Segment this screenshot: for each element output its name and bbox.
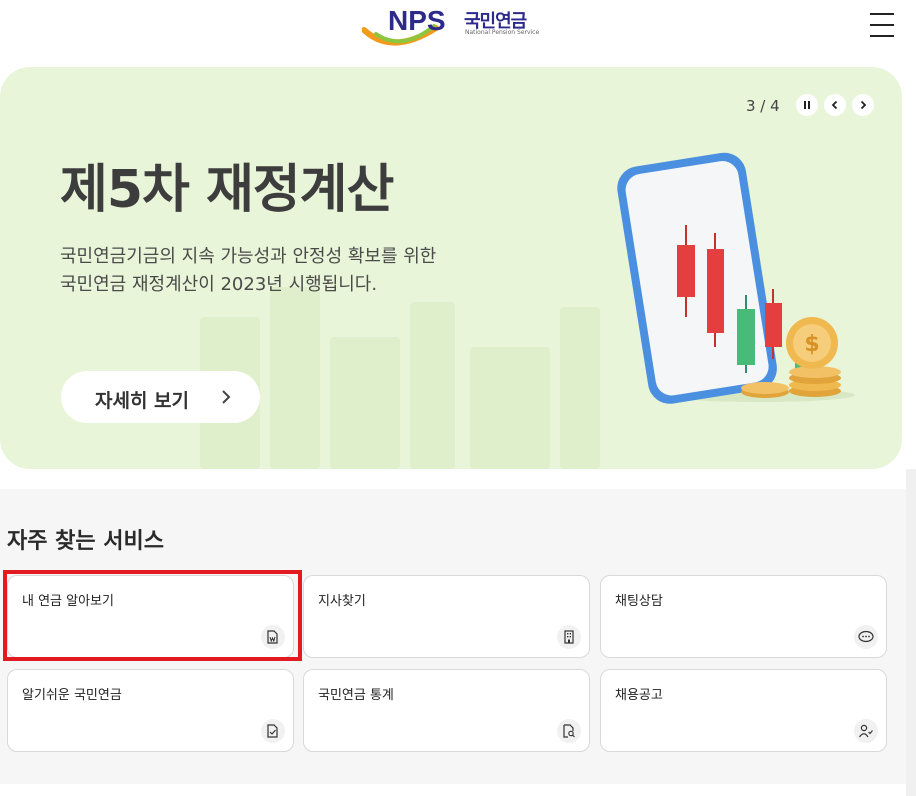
logo-english-name: National Pension Service	[465, 29, 540, 36]
service-card-job-postings[interactable]: 채용공고	[600, 669, 887, 752]
nps-logo-mark: NPS	[362, 5, 446, 46]
banner-headline: 제5차 재정계산	[60, 160, 394, 220]
scrollbar-track[interactable]	[906, 469, 916, 796]
service-card-find-branch[interactable]: 지사찾기	[303, 575, 590, 658]
service-card-chat-consult[interactable]: 채팅상담	[600, 575, 887, 658]
document-won-icon	[261, 625, 285, 649]
menu-line-icon	[870, 13, 894, 15]
next-slide-button[interactable]	[852, 94, 874, 116]
phone-stock-chart-illustration: $	[617, 152, 855, 404]
service-card-label: 내 연금 알아보기	[22, 594, 114, 609]
menu-line-icon	[870, 24, 894, 26]
service-card-easy-pension[interactable]: 알기쉬운 국민연금	[7, 669, 294, 752]
main-banner: 3 / 4 제5차 재정계산 국민연금기금의 지속 가능성과 안정성 확보를 위…	[0, 67, 902, 469]
chevron-right-icon	[222, 390, 231, 404]
nps-logo[interactable]: NPS 국민연금 National Pension Service	[362, 4, 542, 48]
document-check-icon	[261, 719, 285, 743]
logo-nps-text: NPS	[388, 5, 446, 36]
document-search-icon	[557, 719, 581, 743]
see-more-button[interactable]: 자세히 보기	[61, 371, 260, 423]
chevron-left-icon	[831, 100, 838, 110]
service-card-pension-statistics[interactable]: 국민연금 통계	[303, 669, 590, 752]
service-card-label: 알기쉬운 국민연금	[22, 688, 122, 703]
see-more-label: 자세히 보기	[95, 390, 190, 412]
person-check-icon	[854, 719, 878, 743]
site-header: NPS 국민연금 National Pension Service	[0, 0, 916, 52]
building-icon	[557, 625, 581, 649]
section-title: 자주 찾는 서비스	[7, 529, 164, 554]
banner-description-line: 국민연금기금의 지속 가능성과 안정성 확보를 위한	[60, 246, 437, 267]
chevron-right-icon	[860, 100, 867, 110]
prev-slide-button[interactable]	[824, 94, 846, 116]
chat-bubble-icon	[854, 625, 878, 649]
banner-description-line: 국민연금 재정계산이 2023년 시행됩니다.	[60, 274, 378, 295]
service-card-label: 국민연금 통계	[318, 688, 394, 703]
slide-pager: 3 / 4	[746, 97, 780, 115]
service-card-label: 채용공고	[615, 688, 663, 703]
pause-button[interactable]	[796, 94, 818, 116]
hamburger-menu-button[interactable]	[866, 10, 896, 40]
service-card-label: 지사찾기	[318, 594, 366, 609]
svg-text:$: $	[804, 332, 819, 357]
pause-icon	[804, 101, 810, 109]
service-card-my-pension[interactable]: 내 연금 알아보기	[7, 575, 294, 658]
banner-description: 국민연금기금의 지속 가능성과 안정성 확보를 위한 국민연금 재정계산이 20…	[60, 243, 500, 299]
service-card-label: 채팅상담	[615, 594, 663, 609]
menu-line-icon	[870, 35, 894, 37]
